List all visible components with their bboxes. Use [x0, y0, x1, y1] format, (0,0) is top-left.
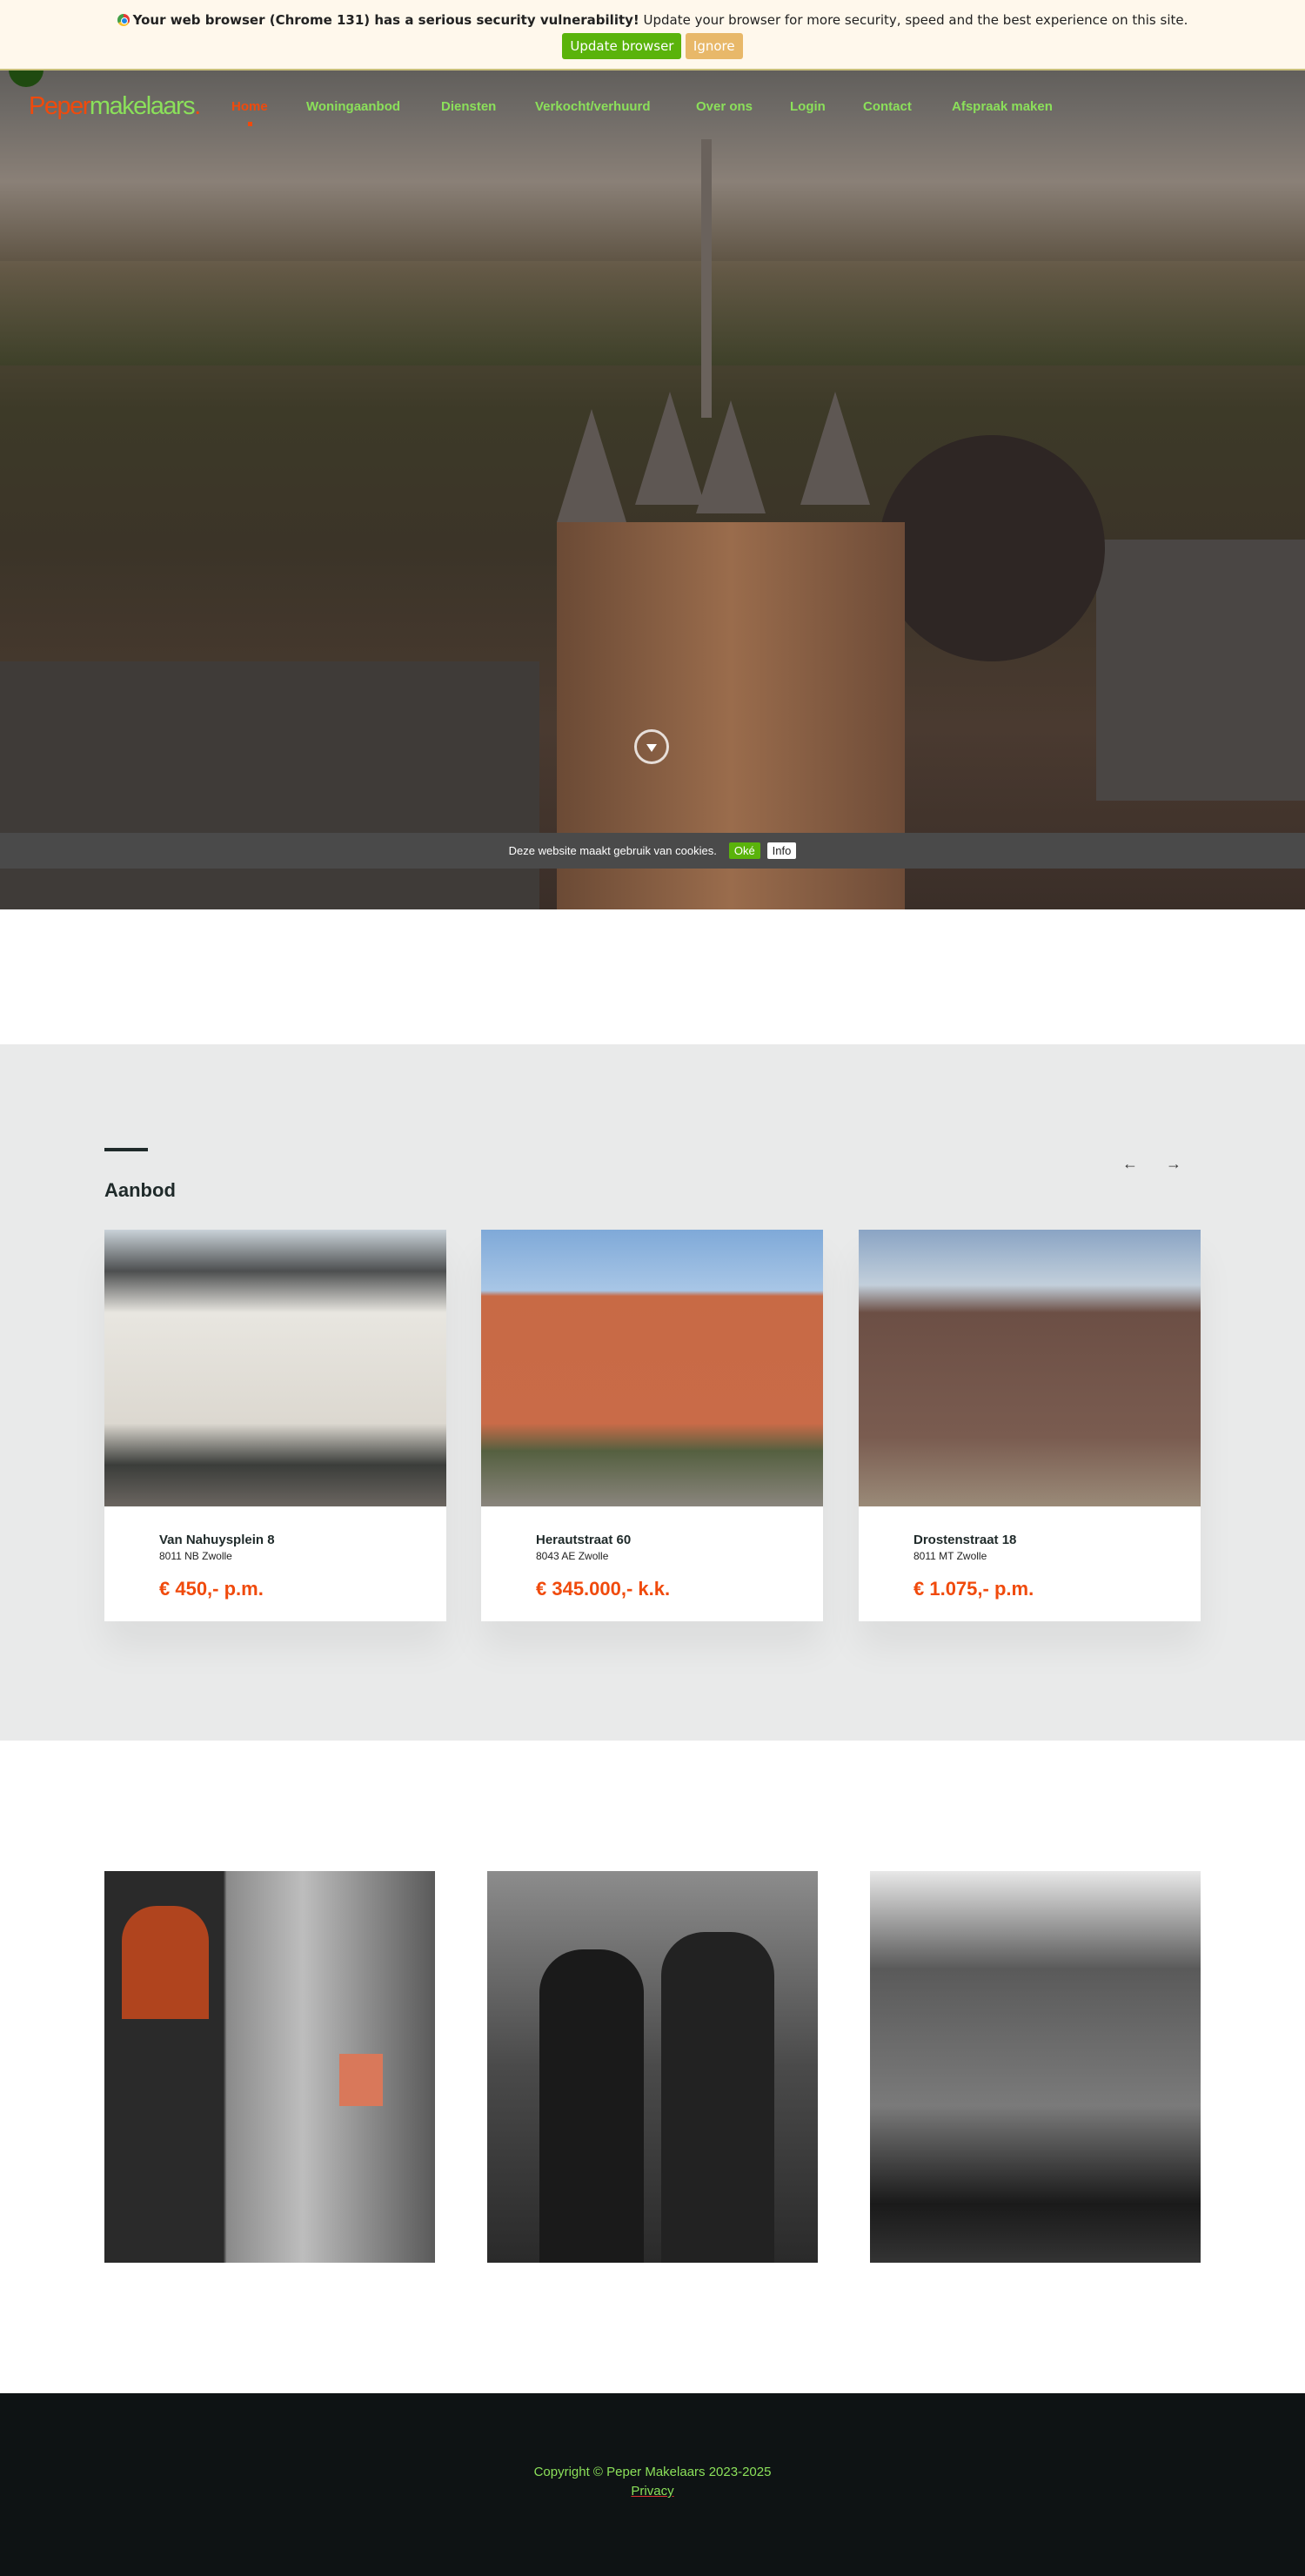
browser-update-banner: Your web browser (Chrome 131) has a seri…	[0, 0, 1305, 70]
banner-warning: Your web browser (Chrome 131) has a seri…	[132, 12, 639, 28]
section-divider	[104, 1148, 148, 1151]
listing-card[interactable]: Herautstraat 60 8043 AE Zwolle € 345.000,-…	[481, 1230, 823, 1621]
privacy-link[interactable]: Privacy	[631, 2484, 673, 2499]
listing-street: Van Nahuysplein 8	[159, 1533, 275, 1547]
listing-price: € 450,- p.m.	[159, 1578, 264, 1600]
tree	[879, 435, 1105, 661]
houses-left	[0, 661, 539, 909]
orange-tower	[122, 1906, 209, 2019]
cookie-ok-button[interactable]: Oké	[728, 842, 760, 859]
nav-login[interactable]: Login	[790, 99, 826, 114]
listing-card[interactable]: Drostenstraat 18 8011 MT Zwolle € 1.075,- …	[859, 1230, 1201, 1621]
person	[661, 1932, 774, 2263]
spire	[635, 392, 705, 505]
city-background	[0, 261, 1305, 366]
scroll-down-button[interactable]	[634, 729, 669, 764]
cookie-bar: Deze website maakt gebruik van cookies. …	[0, 833, 1305, 869]
prev-arrow-icon[interactable]: ←	[1122, 1155, 1138, 1173]
nav-afspraak-maken[interactable]: Afspraak maken	[952, 99, 1053, 114]
logo-part1: Peper	[29, 92, 90, 120]
cookie-text: Deze website maakt gebruik van cookies.	[508, 844, 717, 857]
central-spire	[701, 139, 712, 418]
canal-photo	[870, 1871, 1201, 2263]
listing-zip: 8011 NB Zwolle	[159, 1550, 232, 1562]
logo-dot: .	[194, 92, 201, 120]
photo-collage	[104, 1871, 435, 2263]
nav-over-ons[interactable]: Over ons	[696, 99, 753, 114]
nav-woningaanbod[interactable]: Woningaanbod	[306, 99, 400, 114]
cookie-info-button[interactable]: Info	[766, 842, 797, 859]
orange-building	[339, 2054, 383, 2106]
nav-home[interactable]: Home	[231, 99, 268, 114]
footer: Copyright © Peper Makelaars 2023-2025 Pr…	[0, 2393, 1305, 2576]
ignore-button[interactable]: Ignore	[685, 33, 743, 59]
logo[interactable]: Pepermakelaars.	[29, 92, 201, 121]
listing-price: € 345.000,- k.k.	[536, 1578, 671, 1600]
active-indicator	[248, 122, 252, 126]
nav-contact[interactable]: Contact	[863, 99, 912, 114]
spire	[800, 392, 870, 505]
next-arrow-icon[interactable]: →	[1166, 1155, 1181, 1173]
listing-street: Herautstraat 60	[536, 1533, 632, 1547]
listing-photo	[481, 1230, 823, 1506]
listing-price: € 1.075,- p.m.	[914, 1578, 1034, 1600]
listing-photo	[859, 1230, 1201, 1506]
nav-verkocht-verhuurd[interactable]: Verkocht/verhuurd	[535, 99, 651, 114]
listing-card[interactable]: Van Nahuysplein 8 8011 NB Zwolle € 450,- p…	[104, 1230, 446, 1621]
team-photo	[487, 1871, 818, 2263]
person	[539, 1949, 644, 2263]
listing-street: Drostenstraat 18	[914, 1533, 1017, 1547]
banner-text: Update your browser for more security, s…	[639, 12, 1188, 28]
houses-right	[1096, 540, 1305, 801]
nav-diensten[interactable]: Diensten	[441, 99, 496, 114]
logo-part2: makelaars	[89, 92, 196, 120]
listing-zip: 8011 MT Zwolle	[914, 1550, 987, 1562]
listing-photo	[104, 1230, 446, 1506]
chrome-icon	[117, 14, 130, 26]
listing-zip: 8043 AE Zwolle	[536, 1550, 609, 1562]
hero-video	[0, 0, 1305, 909]
section-title: Aanbod	[104, 1179, 176, 1201]
update-browser-button[interactable]: Update browser	[562, 33, 682, 59]
spire	[557, 409, 626, 522]
copyright-text: Copyright © Peper Makelaars 2023-2025	[533, 2465, 772, 2479]
